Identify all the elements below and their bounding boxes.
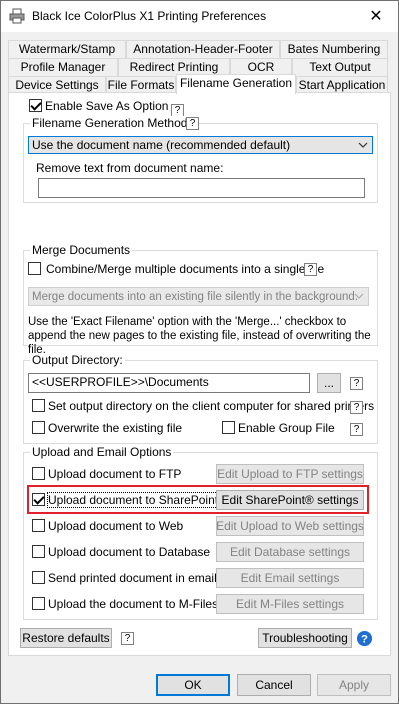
web-label[interactable]: Upload document to Web xyxy=(48,519,183,533)
group-file-label[interactable]: Enable Group File xyxy=(238,421,335,435)
combine-merge-label[interactable]: Combine/Merge multiple documents into a … xyxy=(46,262,324,276)
cancel-button[interactable]: Cancel xyxy=(237,674,311,696)
help-icon[interactable]: ? xyxy=(186,117,199,130)
sharepoint-checkbox[interactable] xyxy=(32,493,45,506)
help-icon[interactable]: ? xyxy=(350,377,363,390)
remove-text-label: Remove text from document name: xyxy=(36,161,224,175)
help-icon[interactable]: ? xyxy=(350,423,363,436)
upload-email-group: Upload and Email Options Upload document… xyxy=(23,445,378,620)
help-icon[interactable]: ? xyxy=(304,263,317,276)
email-checkbox[interactable] xyxy=(32,571,45,584)
tab-panel: Enable Save As Option ? Filename Generat… xyxy=(8,92,391,656)
filename-methods-label: Filename Generation Methods xyxy=(30,116,196,130)
client-output-checkbox[interactable] xyxy=(32,399,45,412)
help-icon[interactable]: ? xyxy=(121,632,134,645)
sharepoint-label[interactable]: Upload document to SharePoint® xyxy=(47,492,228,508)
ftp-checkbox[interactable] xyxy=(32,467,45,480)
svg-text:?: ? xyxy=(361,633,368,645)
enable-save-as-checkbox[interactable] xyxy=(29,99,42,112)
edit-email-settings-button[interactable]: Edit Email settings xyxy=(216,568,364,588)
filename-method-select[interactable]: Use the document name (recommended defau… xyxy=(28,136,373,154)
web-checkbox[interactable] xyxy=(32,519,45,532)
output-path-input[interactable]: <<USERPROFILE>>\Documents xyxy=(28,373,310,393)
tab-annotation-header-footer[interactable]: Annotation-Header-Footer xyxy=(126,40,280,58)
filename-methods-group: Filename Generation Methods ? Use the do… xyxy=(23,116,378,203)
merge-documents-label: Merge Documents xyxy=(30,243,133,257)
filename-method-value: Use the document name (recommended defau… xyxy=(32,138,291,152)
email-label[interactable]: Send printed document in email xyxy=(48,571,217,585)
output-directory-label: Output Directory: xyxy=(30,353,125,367)
printer-icon xyxy=(9,8,25,24)
chevron-down-icon xyxy=(358,142,368,148)
close-button[interactable]: ✕ xyxy=(353,0,399,32)
merge-mode-value: Merge documents into an existing file si… xyxy=(32,291,359,303)
upload-email-label: Upload and Email Options xyxy=(30,445,174,459)
tab-bates-numbering[interactable]: Bates Numbering xyxy=(280,40,388,58)
merge-info-text: Use the 'Exact Filename' option with the… xyxy=(28,316,371,356)
tab-filename-generation[interactable]: Filename Generation xyxy=(176,74,296,94)
overwrite-label[interactable]: Overwrite the existing file xyxy=(48,421,182,435)
apply-button[interactable]: Apply xyxy=(317,674,391,696)
database-checkbox[interactable] xyxy=(32,545,45,558)
remove-text-input[interactable] xyxy=(38,178,365,198)
window-title: Black Ice ColorPlus X1 Printing Preferen… xyxy=(32,9,267,23)
question-circle-icon[interactable]: ? xyxy=(356,630,373,647)
merge-documents-group: Merge Documents Combine/Merge multiple d… xyxy=(23,243,378,356)
edit-database-settings-button[interactable]: Edit Database settings xyxy=(216,542,364,562)
client-output-label[interactable]: Set output directory on the client compu… xyxy=(48,399,374,413)
edit-ftp-settings-button[interactable]: Edit Upload to FTP settings xyxy=(216,464,364,484)
tab-text-output[interactable]: Text Output xyxy=(292,58,388,76)
edit-mfiles-settings-button[interactable]: Edit M-Files settings xyxy=(216,594,364,614)
ok-button[interactable]: OK xyxy=(156,674,230,696)
group-file-checkbox[interactable] xyxy=(222,421,235,434)
edit-sharepoint-settings-button[interactable]: Edit SharePoint® settings xyxy=(216,490,364,510)
edit-web-settings-button[interactable]: Edit Upload to Web settings xyxy=(216,516,364,536)
tab-profile-manager[interactable]: Profile Manager xyxy=(8,58,118,76)
ftp-label[interactable]: Upload document to FTP xyxy=(48,467,181,481)
chevron-down-icon xyxy=(354,293,364,299)
enable-save-as-label[interactable]: Enable Save As Option xyxy=(45,99,168,113)
combine-merge-checkbox[interactable] xyxy=(28,262,41,275)
troubleshooting-button[interactable]: Troubleshooting xyxy=(258,628,352,648)
mfiles-checkbox[interactable] xyxy=(32,597,45,610)
mfiles-label[interactable]: Upload the document to M-Files xyxy=(48,597,218,611)
overwrite-checkbox[interactable] xyxy=(32,421,45,434)
restore-defaults-button[interactable]: Restore defaults xyxy=(20,628,112,648)
title-bar: Black Ice ColorPlus X1 Printing Preferen… xyxy=(0,0,399,32)
tab-watermark-stamp[interactable]: Watermark/Stamp xyxy=(8,40,126,58)
close-icon: ✕ xyxy=(369,8,383,25)
help-icon[interactable]: ? xyxy=(350,401,363,414)
merge-mode-select[interactable]: Merge documents into an existing file si… xyxy=(28,287,369,306)
output-directory-group: Output Directory: <<USERPROFILE>>\Docume… xyxy=(23,353,378,444)
browse-button[interactable]: ... xyxy=(317,373,341,393)
database-label[interactable]: Upload document to Database xyxy=(48,545,210,559)
dialog-button-bar: OK Cancel Apply xyxy=(0,665,399,704)
